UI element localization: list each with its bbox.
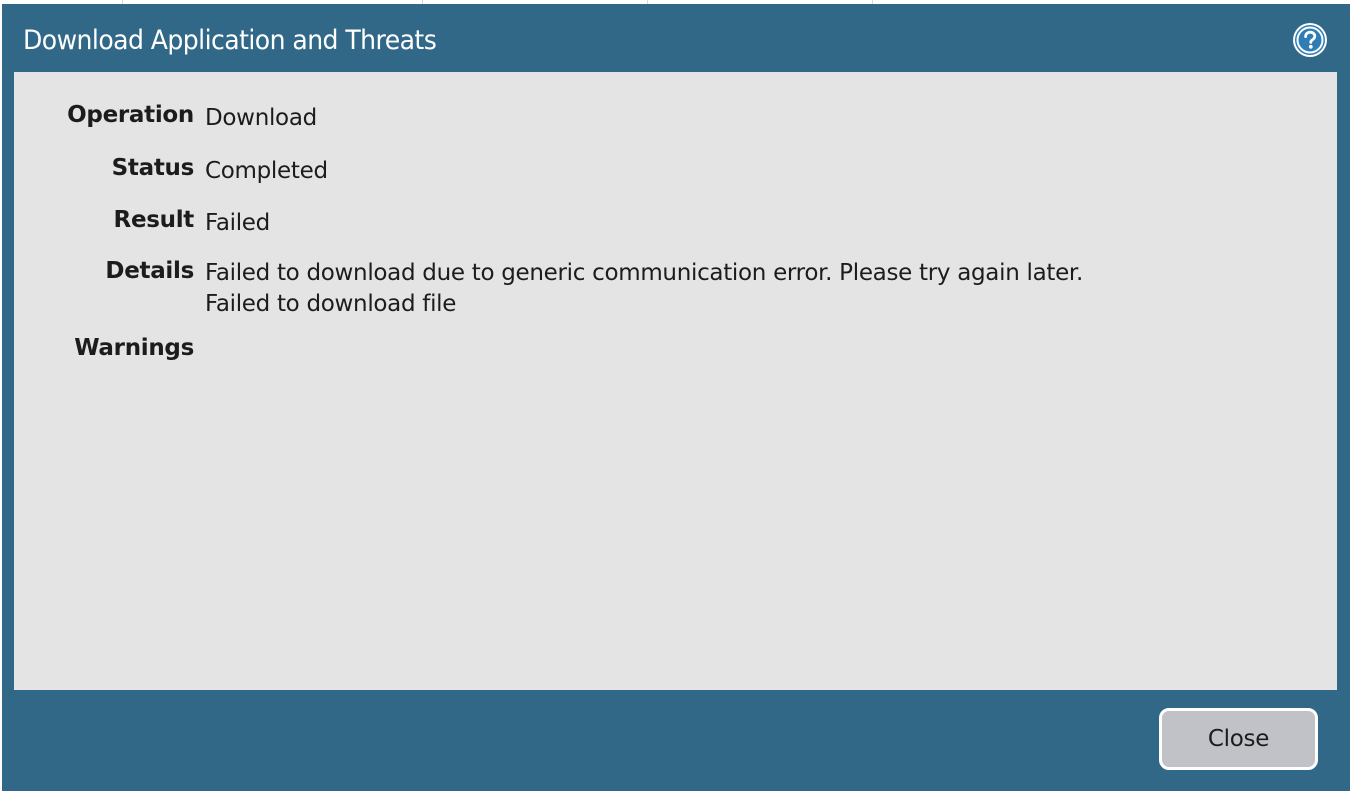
dialog-footer: Close bbox=[2, 690, 1350, 791]
field-label: Status bbox=[111, 155, 195, 181]
field-label: Details bbox=[105, 258, 194, 284]
dialog-title: Download Application and Threats bbox=[23, 25, 437, 56]
field-value-line: Failed to download due to generic commun… bbox=[205, 260, 1083, 286]
dialog-content: Operation Download Status Completed Resu… bbox=[14, 72, 1337, 690]
field-value-line: Failed to download file bbox=[205, 291, 457, 317]
field-label: Warnings bbox=[74, 335, 194, 361]
field-value: Failed bbox=[205, 210, 270, 236]
field-label: Operation bbox=[67, 102, 194, 128]
help-question-icon[interactable] bbox=[1293, 23, 1327, 57]
dialog-titlebar: Download Application and Threats bbox=[2, 4, 1350, 72]
close-button[interactable]: Close bbox=[1159, 708, 1318, 770]
field-value: Download bbox=[205, 105, 317, 131]
download-dialog: Download Application and Threats Operati… bbox=[2, 4, 1350, 791]
field-label: Result bbox=[113, 207, 195, 233]
field-value: Completed bbox=[205, 158, 328, 184]
